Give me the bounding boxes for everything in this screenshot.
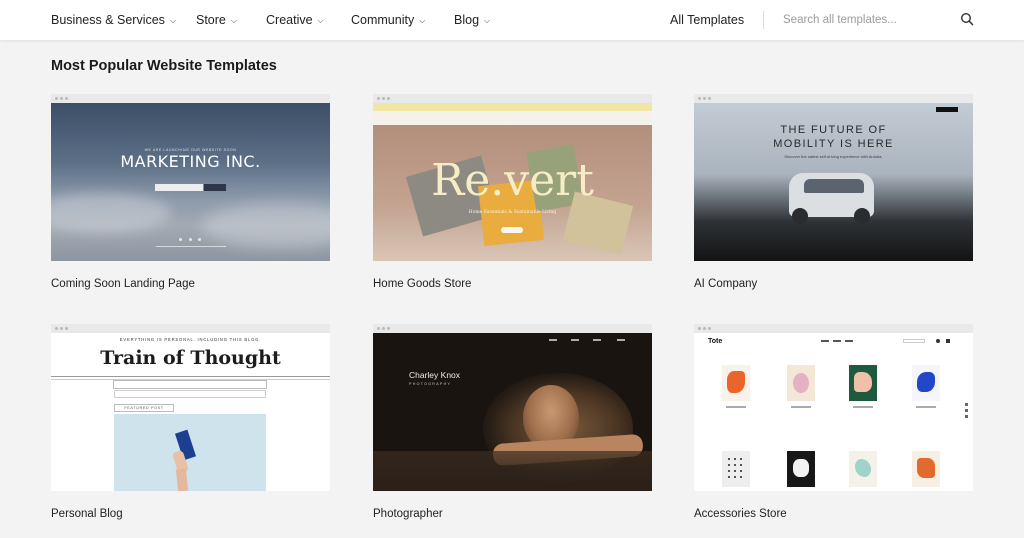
- chevron-down-icon: ⌵: [484, 16, 491, 25]
- nav-item-blog[interactable]: Blog ⌵: [454, 13, 490, 27]
- template-card-coming-soon[interactable]: WE ARE LAUNCHING OUR WEBSITE SOON MARKET…: [51, 94, 330, 290]
- template-preview-screen: EVERYTHING IS PERSONAL. INCLUDING THIS B…: [51, 333, 330, 491]
- browser-bar: [51, 324, 330, 333]
- preview-headline: Charley Knox: [409, 370, 461, 380]
- template-thumbnail[interactable]: THE FUTURE OF MOBILITY IS HERE Discover …: [694, 94, 973, 261]
- template-preview-screen: Re.vert Home Essentials & Sustainable Li…: [373, 103, 652, 261]
- template-name[interactable]: Coming Soon Landing Page: [51, 278, 330, 290]
- preview-headline: MARKETING INC.: [120, 152, 261, 171]
- browser-bar: [373, 94, 652, 103]
- top-navigation: Business & Services ⌵ Store ⌵ Creative ⌵ Co…: [0, 0, 1024, 40]
- browser-bar: [373, 324, 652, 333]
- nav-item-community[interactable]: Community ⌵: [351, 13, 425, 27]
- preview-subline: PHOTOGRAPHY: [409, 382, 452, 386]
- nav-item-label: Community: [351, 13, 415, 27]
- browser-bar: [694, 324, 973, 333]
- template-name[interactable]: Photographer: [373, 508, 652, 520]
- template-card-photographer[interactable]: Charley Knox PHOTOGRAPHY Photographer: [373, 324, 652, 520]
- preview-headline: Train of Thought: [100, 347, 281, 369]
- template-card-home-goods[interactable]: Re.vert Home Essentials & Sustainable Li…: [373, 94, 652, 290]
- preview-headline-line1: THE FUTURE OF: [780, 124, 887, 136]
- nav-item-label: Store: [196, 13, 226, 27]
- search-input[interactable]: [783, 11, 943, 29]
- template-thumbnail[interactable]: Charley Knox PHOTOGRAPHY: [373, 324, 652, 491]
- template-preview-screen: THE FUTURE OF MOBILITY IS HERE Discover …: [694, 103, 973, 261]
- preview-subline: Home Essentials & Sustainable Living: [468, 210, 557, 215]
- template-card-accessories-store[interactable]: Tote Accessories Store: [694, 324, 973, 520]
- preview-badge: FEATURED POST: [114, 404, 174, 412]
- chevron-down-icon: ⌵: [230, 16, 237, 25]
- nav-item-label: Creative: [266, 13, 313, 27]
- nav-item-store[interactable]: Store ⌵: [196, 13, 237, 27]
- chevron-down-icon: ⌵: [317, 16, 324, 25]
- template-name[interactable]: Home Goods Store: [373, 278, 652, 290]
- preview-headline-line2: MOBILITY IS HERE: [773, 138, 894, 150]
- template-card-personal-blog[interactable]: EVERYTHING IS PERSONAL. INCLUDING THIS B…: [51, 324, 330, 520]
- browser-bar: [694, 94, 973, 103]
- template-thumbnail[interactable]: Re.vert Home Essentials & Sustainable Li…: [373, 94, 652, 261]
- nav-item-label: Blog: [454, 13, 480, 27]
- preview-headline: Re.vert: [431, 155, 594, 206]
- nav-item-label: Business & Services: [51, 13, 165, 27]
- template-thumbnail[interactable]: WE ARE LAUNCHING OUR WEBSITE SOON MARKET…: [51, 94, 330, 261]
- nav-item-business-services[interactable]: Business & Services ⌵: [51, 13, 176, 27]
- preview-subline: Discover the safest self-driving experie…: [784, 154, 883, 159]
- section-title: Most Popular Website Templates: [51, 58, 277, 74]
- template-thumbnail[interactable]: EVERYTHING IS PERSONAL. INCLUDING THIS B…: [51, 324, 330, 491]
- nav-divider: [763, 11, 764, 29]
- chevron-down-icon: ⌵: [419, 16, 426, 25]
- template-name[interactable]: AI Company: [694, 278, 973, 290]
- template-name[interactable]: Personal Blog: [51, 508, 330, 520]
- template-preview-screen: Charley Knox PHOTOGRAPHY: [373, 333, 652, 491]
- nav-item-creative[interactable]: Creative ⌵: [266, 13, 324, 27]
- template-name[interactable]: Accessories Store: [694, 508, 973, 520]
- chevron-down-icon: ⌵: [169, 16, 177, 25]
- template-thumbnail[interactable]: Tote: [694, 324, 973, 491]
- preview-brand: Tote: [708, 338, 723, 345]
- template-preview-screen: WE ARE LAUNCHING OUR WEBSITE SOON MARKET…: [51, 103, 330, 261]
- template-card-ai-company[interactable]: THE FUTURE OF MOBILITY IS HERE Discover …: [694, 94, 973, 290]
- all-templates-link[interactable]: All Templates: [670, 13, 744, 27]
- search-icon[interactable]: [960, 12, 974, 26]
- preview-kicker: EVERYTHING IS PERSONAL. INCLUDING THIS B…: [119, 337, 262, 342]
- browser-bar: [51, 94, 330, 103]
- template-preview-screen: Tote: [694, 333, 973, 491]
